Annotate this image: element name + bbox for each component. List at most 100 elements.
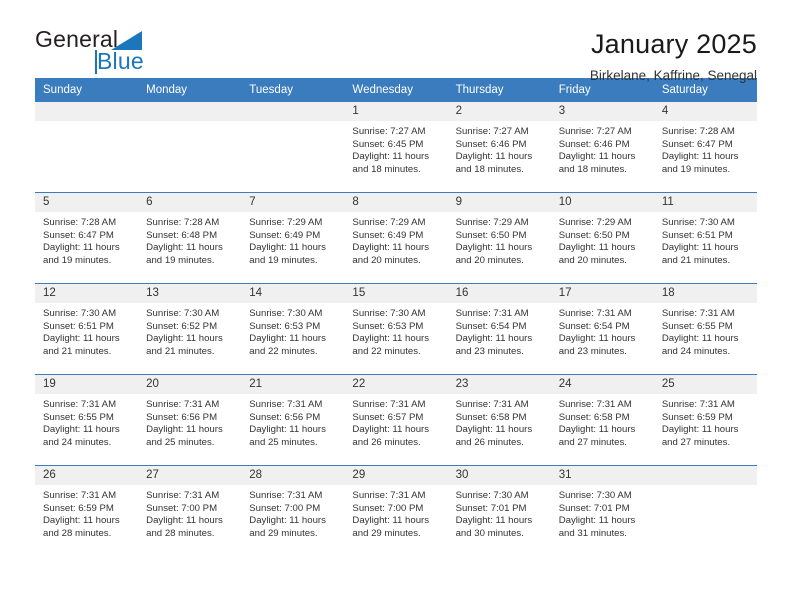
day-number: 3	[550, 102, 654, 121]
calendar-day-cell[interactable]: 12 Sunrise: 7:30 AM Sunset: 6:51 PM Dayligh…	[35, 283, 139, 375]
sunrise-text: Sunrise: 7:31 AM	[352, 399, 426, 410]
sunset-text: Sunset: 6:47 PM	[43, 229, 114, 241]
calendar-day-cell[interactable]: 3 Sunrise: 7:27 AM Sunset: 6:46 PM Daylight…	[550, 102, 654, 193]
calendar-day-cell[interactable]: 7 Sunrise: 7:29 AM Sunset: 6:49 PM Daylight…	[241, 192, 345, 284]
sunrise-text: Sunrise: 7:28 AM	[661, 126, 735, 137]
calendar-day-cell[interactable]: 29 Sunrise: 7:31 AM Sunset: 7:00 PM Dayligh…	[344, 465, 448, 556]
calendar-day-cell[interactable]: 31 Sunrise: 7:30 AM Sunset: 7:01 PM Dayligh…	[550, 465, 654, 556]
sunrise-text: Sunrise: 7:31 AM	[146, 399, 220, 410]
sunset-text: Sunset: 6:46 PM	[455, 138, 527, 150]
daylight-text: Daylight: 11 hours and 20 minutes.	[455, 242, 533, 266]
day-details: Sunrise: 7:30 AM Sunset: 7:01 PM Daylight:…	[448, 485, 551, 540]
daylight-text: Daylight: 11 hours and 26 minutes.	[455, 424, 533, 448]
weekday-header-thursday: Thursday	[447, 78, 551, 102]
calendar-day-cell[interactable]: 20 Sunrise: 7:31 AM Sunset: 6:56 PM Dayligh…	[138, 374, 242, 466]
day-details: Sunrise: 7:30 AM Sunset: 6:53 PM Daylight:…	[241, 303, 344, 358]
daylight-text: Daylight: 11 hours and 19 minutes.	[661, 151, 739, 175]
calendar-cell-empty	[241, 102, 345, 193]
calendar-day-cell[interactable]: 24 Sunrise: 7:31 AM Sunset: 6:58 PM Dayligh…	[550, 374, 654, 466]
calendar-day-cell[interactable]: 11 Sunrise: 7:30 AM Sunset: 6:51 PM Dayligh…	[653, 192, 757, 284]
sunrise-text: Sunrise: 7:30 AM	[146, 308, 220, 319]
calendar-day-cell[interactable]: 2 Sunrise: 7:27 AM Sunset: 6:46 PM Daylight…	[447, 102, 551, 193]
calendar-day-cell[interactable]: 28 Sunrise: 7:31 AM Sunset: 7:00 PM Dayligh…	[241, 465, 345, 556]
daylight-text: Daylight: 11 hours and 26 minutes.	[352, 424, 430, 448]
generalblue-logo[interactable]: General Blue	[35, 28, 155, 76]
day-number: 19	[35, 375, 139, 394]
day-details: Sunrise: 7:31 AM Sunset: 6:58 PM Daylight:…	[448, 394, 551, 449]
day-details: Sunrise: 7:31 AM Sunset: 6:55 PM Daylight:…	[35, 394, 138, 449]
sunset-text: Sunset: 6:59 PM	[43, 502, 114, 514]
day-number: 15	[344, 284, 448, 303]
sunset-text: Sunset: 6:58 PM	[455, 411, 527, 423]
daylight-text: Daylight: 11 hours and 24 minutes.	[43, 424, 120, 448]
calendar-day-cell[interactable]: 21 Sunrise: 7:31 AM Sunset: 6:56 PM Dayligh…	[241, 374, 345, 466]
sunrise-text: Sunrise: 7:31 AM	[455, 308, 529, 319]
day-number: 5	[35, 193, 139, 212]
sunset-text: Sunset: 6:56 PM	[146, 411, 218, 423]
day-details: Sunrise: 7:31 AM Sunset: 6:59 PM Daylight:…	[654, 394, 757, 449]
calendar-day-cell[interactable]: 13 Sunrise: 7:30 AM Sunset: 6:52 PM Dayligh…	[138, 283, 242, 375]
sunrise-text: Sunrise: 7:30 AM	[352, 308, 426, 319]
calendar-day-cell[interactable]: 19 Sunrise: 7:31 AM Sunset: 6:55 PM Dayligh…	[35, 374, 139, 466]
day-number: 27	[138, 466, 242, 485]
calendar-day-cell[interactable]: 5 Sunrise: 7:28 AM Sunset: 6:47 PM Daylight…	[35, 192, 139, 284]
calendar-day-cell[interactable]: 9 Sunrise: 7:29 AM Sunset: 6:50 PM Daylight…	[447, 192, 551, 284]
day-details: Sunrise: 7:31 AM Sunset: 7:00 PM Daylight:…	[241, 485, 344, 540]
calendar-day-cell[interactable]: 25 Sunrise: 7:31 AM Sunset: 6:59 PM Dayligh…	[653, 374, 757, 466]
calendar-day-cell[interactable]: 6 Sunrise: 7:28 AM Sunset: 6:48 PM Daylight…	[138, 192, 242, 284]
calendar-day-cell[interactable]: 18 Sunrise: 7:31 AM Sunset: 6:55 PM Dayligh…	[653, 283, 757, 375]
calendar-cell-empty	[653, 465, 757, 556]
sunset-text: Sunset: 6:51 PM	[661, 229, 733, 241]
day-details: Sunrise: 7:31 AM Sunset: 6:56 PM Daylight:…	[241, 394, 344, 449]
sunrise-text: Sunrise: 7:31 AM	[43, 399, 117, 410]
weekday-header-tuesday: Tuesday	[241, 78, 345, 102]
calendar-day-cell[interactable]: 22 Sunrise: 7:31 AM Sunset: 6:57 PM Dayligh…	[344, 374, 448, 466]
daylight-text: Daylight: 11 hours and 22 minutes.	[249, 333, 326, 357]
calendar-day-cell[interactable]: 14 Sunrise: 7:30 AM Sunset: 6:53 PM Dayligh…	[241, 283, 345, 375]
daylight-text: Daylight: 11 hours and 30 minutes.	[455, 515, 533, 539]
sunset-text: Sunset: 7:01 PM	[455, 502, 527, 514]
calendar-day-cell[interactable]: 30 Sunrise: 7:30 AM Sunset: 7:01 PM Dayligh…	[447, 465, 551, 556]
sunset-text: Sunset: 6:56 PM	[249, 411, 321, 423]
sunrise-text: Sunrise: 7:28 AM	[43, 217, 117, 228]
month-calendar-table: Sunday Monday Tuesday Wednesday Thursday…	[35, 78, 757, 556]
daylight-text: Daylight: 11 hours and 20 minutes.	[558, 242, 636, 266]
sunset-text: Sunset: 6:46 PM	[558, 138, 630, 150]
sunset-text: Sunset: 6:58 PM	[558, 411, 630, 423]
calendar-day-cell[interactable]: 17 Sunrise: 7:31 AM Sunset: 6:54 PM Dayligh…	[550, 283, 654, 375]
sunset-text: Sunset: 6:49 PM	[352, 229, 424, 241]
day-details: Sunrise: 7:28 AM Sunset: 6:47 PM Daylight:…	[654, 121, 757, 176]
sunset-text: Sunset: 6:50 PM	[455, 229, 527, 241]
day-details: Sunrise: 7:30 AM Sunset: 6:53 PM Daylight:…	[344, 303, 447, 358]
daylight-text: Daylight: 11 hours and 27 minutes.	[558, 424, 636, 448]
day-details: Sunrise: 7:31 AM Sunset: 6:55 PM Daylight:…	[654, 303, 757, 358]
day-details: Sunrise: 7:29 AM Sunset: 6:49 PM Daylight:…	[344, 212, 447, 267]
daylight-text: Daylight: 11 hours and 23 minutes.	[558, 333, 636, 357]
calendar-day-cell[interactable]: 23 Sunrise: 7:31 AM Sunset: 6:58 PM Dayligh…	[447, 374, 551, 466]
calendar-day-cell[interactable]: 15 Sunrise: 7:30 AM Sunset: 6:53 PM Dayligh…	[344, 283, 448, 375]
sunrise-text: Sunrise: 7:28 AM	[146, 217, 220, 228]
day-details: Sunrise: 7:30 AM Sunset: 6:51 PM Daylight:…	[35, 303, 138, 358]
day-details: Sunrise: 7:31 AM Sunset: 6:54 PM Daylight:…	[551, 303, 654, 358]
sunset-text: Sunset: 7:00 PM	[146, 502, 218, 514]
calendar-day-cell[interactable]: 10 Sunrise: 7:29 AM Sunset: 6:50 PM Dayligh…	[550, 192, 654, 284]
daylight-text: Daylight: 11 hours and 19 minutes.	[249, 242, 326, 266]
calendar-cell-empty	[35, 102, 139, 193]
calendar-day-cell[interactable]: 4 Sunrise: 7:28 AM Sunset: 6:47 PM Daylight…	[653, 102, 757, 193]
day-number: 9	[447, 193, 551, 212]
day-details: Sunrise: 7:27 AM Sunset: 6:46 PM Daylight:…	[551, 121, 654, 176]
sunset-text: Sunset: 6:59 PM	[661, 411, 733, 423]
day-details: Sunrise: 7:31 AM Sunset: 6:56 PM Daylight:…	[138, 394, 241, 449]
page-title: January 2025	[590, 29, 757, 59]
sunset-text: Sunset: 6:52 PM	[146, 320, 218, 332]
calendar-day-cell[interactable]: 26 Sunrise: 7:31 AM Sunset: 6:59 PM Dayligh…	[35, 465, 139, 556]
day-details: Sunrise: 7:28 AM Sunset: 6:47 PM Daylight:…	[35, 212, 138, 267]
day-number: 21	[241, 375, 345, 394]
calendar-day-cell[interactable]: 16 Sunrise: 7:31 AM Sunset: 6:54 PM Dayligh…	[447, 283, 551, 375]
sunrise-text: Sunrise: 7:31 AM	[661, 308, 735, 319]
calendar-day-cell[interactable]: 27 Sunrise: 7:31 AM Sunset: 7:00 PM Dayligh…	[138, 465, 242, 556]
sunrise-text: Sunrise: 7:29 AM	[558, 217, 632, 228]
sunset-text: Sunset: 6:51 PM	[43, 320, 114, 332]
calendar-day-cell[interactable]: 1 Sunrise: 7:27 AM Sunset: 6:45 PM Daylight…	[344, 102, 448, 193]
calendar-day-cell[interactable]: 8 Sunrise: 7:29 AM Sunset: 6:49 PM Daylight…	[344, 192, 448, 284]
